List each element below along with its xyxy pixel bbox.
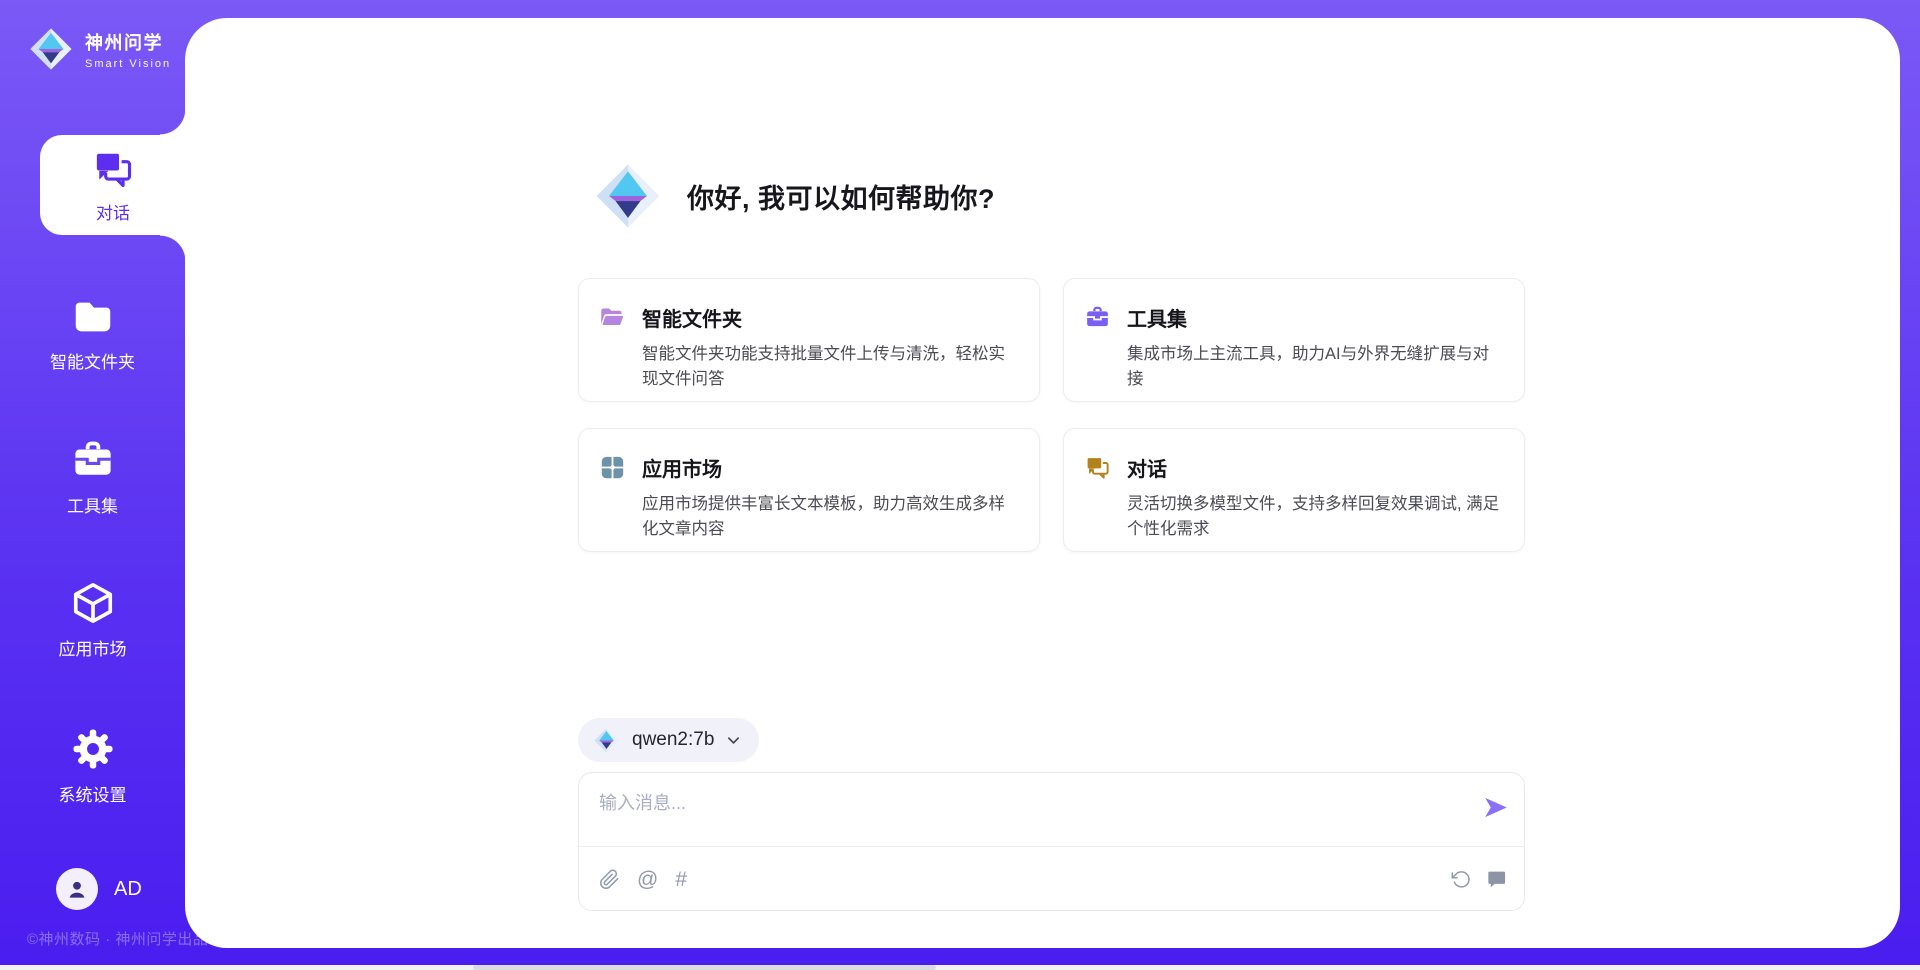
sidebar-item-label: 对话 [96, 199, 130, 224]
sidebar-item-settings[interactable]: 系统设置 [0, 726, 185, 806]
card-description: 智能文件夹功能支持批量文件上传与清洗，轻松实现文件问答 [642, 342, 1015, 392]
person-icon [64, 876, 90, 902]
card-title: 对话 [1127, 453, 1167, 482]
gear-icon [70, 726, 116, 772]
folder-icon [70, 293, 116, 339]
folder-open-icon [599, 304, 626, 331]
composer-toolbar-right [1451, 869, 1507, 890]
brand-diamond-icon [593, 727, 620, 754]
chevron-down-icon [726, 733, 741, 748]
hash-icon[interactable]: # [675, 869, 687, 890]
at-icon[interactable]: @ [637, 869, 658, 890]
card-smart-folder[interactable]: 智能文件夹 智能文件夹功能支持批量文件上传与清洗，轻松实现文件问答 [578, 278, 1040, 402]
brand-subtitle: Smart Vision [85, 58, 171, 70]
composer-toolbar: @ # [599, 847, 1507, 911]
briefcase-icon [1084, 304, 1111, 331]
feature-cards: 智能文件夹 智能文件夹功能支持批量文件上传与清洗，轻松实现文件问答 工具集 集成… [578, 278, 1525, 552]
greeting: 你好, 我可以如何帮助你? [593, 161, 995, 231]
card-app-market[interactable]: 应用市场 应用市场提供丰富长文本模板，助力高效生成多样化文章内容 [578, 428, 1040, 552]
sidebar-item-smart-folder[interactable]: 智能文件夹 [0, 293, 185, 373]
card-description: 灵活切换多模型文件，支持多样回复效果调试, 满足个性化需求 [1127, 492, 1500, 542]
card-toolset[interactable]: 工具集 集成市场上主流工具，助力AI与外界无缝扩展与对接 [1063, 278, 1525, 402]
user-profile[interactable]: AD [56, 868, 142, 910]
brand-name: 神州问学 [85, 29, 171, 55]
chat-icon [91, 147, 135, 191]
user-initials: AD [114, 878, 142, 901]
sidebar-item-app-market[interactable]: 应用市场 [0, 580, 185, 660]
card-chat[interactable]: 对话 灵活切换多模型文件，支持多样回复效果调试, 满足个性化需求 [1063, 428, 1525, 552]
app-root: 神州问学 Smart Vision 对话 智能文件夹 工具集 应 [0, 0, 1920, 970]
message-input[interactable] [599, 789, 1459, 839]
history-icon[interactable] [1451, 869, 1472, 890]
sidebar-item-label: 智能文件夹 [50, 348, 135, 373]
copyright-text: ©神州数码 · 神州问学出品 [27, 928, 208, 949]
sidebar-item-toolset[interactable]: 工具集 [0, 437, 185, 517]
card-title: 智能文件夹 [642, 303, 742, 332]
brand-logo: 神州问学 Smart Vision [28, 26, 171, 72]
card-title: 工具集 [1127, 303, 1187, 332]
greeting-title: 你好, 我可以如何帮助你? [687, 177, 995, 216]
comment-icon[interactable] [1486, 869, 1507, 890]
send-icon[interactable] [1482, 794, 1509, 821]
horizontal-scrollbar[interactable] [0, 965, 1920, 970]
brand-diamond-icon [28, 26, 74, 72]
main-panel: 你好, 我可以如何帮助你? 智能文件夹 智能文件夹功能支持批量文件上传与清洗，轻… [185, 18, 1900, 948]
sidebar-item-label: 系统设置 [59, 781, 127, 806]
scrollbar-thumb[interactable] [473, 965, 936, 970]
brand-diamond-icon [593, 161, 663, 231]
avatar [56, 868, 98, 910]
model-selector[interactable]: qwen2:7b [578, 718, 759, 762]
briefcase-icon [70, 437, 116, 483]
cube-icon [70, 580, 116, 626]
grid-icon [599, 454, 626, 481]
chat-icon [1084, 454, 1111, 481]
sidebar-item-label: 应用市场 [59, 635, 127, 660]
card-description: 应用市场提供丰富长文本模板，助力高效生成多样化文章内容 [642, 492, 1015, 542]
card-title: 应用市场 [642, 453, 722, 482]
model-name: qwen2:7b [632, 729, 714, 751]
sidebar-item-label: 工具集 [67, 492, 118, 517]
paperclip-icon[interactable] [599, 869, 620, 890]
message-composer: @ # [578, 772, 1525, 911]
card-description: 集成市场上主流工具，助力AI与外界无缝扩展与对接 [1127, 342, 1500, 392]
sidebar-item-chat[interactable]: 对话 [40, 135, 186, 235]
